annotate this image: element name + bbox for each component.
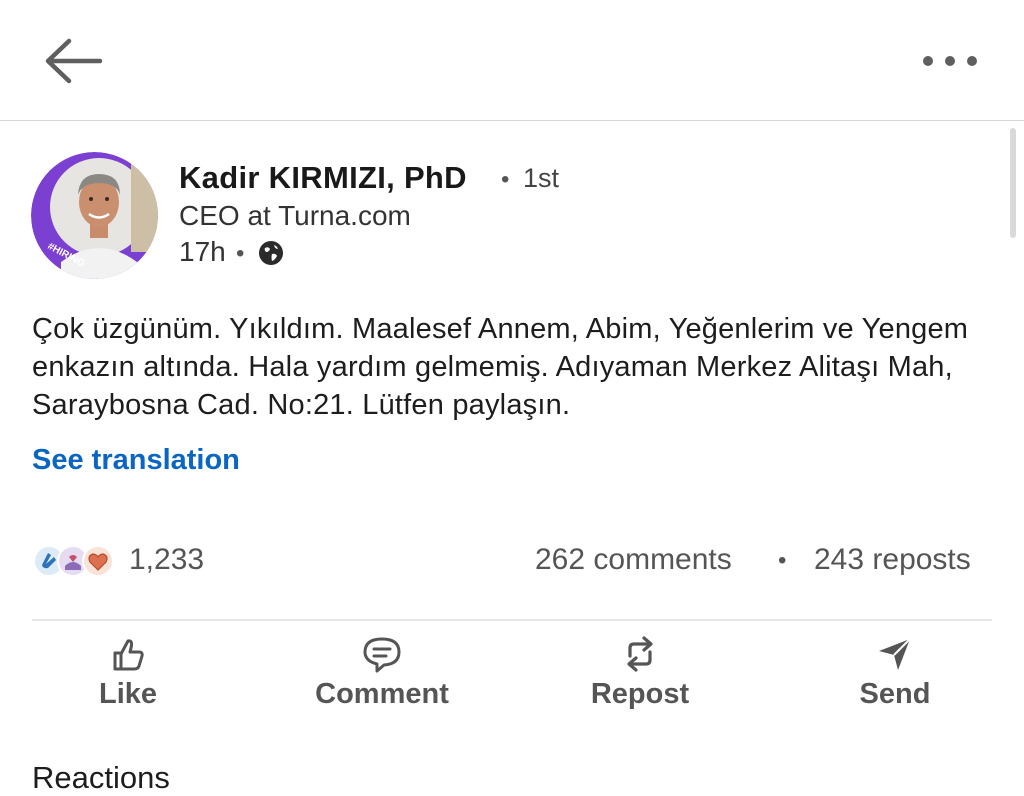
repost-label: Repost bbox=[590, 678, 690, 710]
post-body-text: Çok üzgünüm. Yıkıldım. Maalesef Annem, A… bbox=[32, 313, 969, 421]
like-label: Like bbox=[98, 678, 158, 710]
connection-bullet: • bbox=[501, 166, 510, 193]
social-separator: • bbox=[778, 547, 787, 574]
globe-icon bbox=[259, 241, 283, 265]
send-button[interactable]: Send bbox=[840, 634, 950, 711]
more-horizontal-icon bbox=[923, 56, 977, 66]
comment-label: Comment bbox=[315, 678, 449, 710]
love-icon bbox=[82, 545, 114, 577]
top-navigation-bar bbox=[0, 0, 1024, 121]
connection-degree: 1st bbox=[523, 163, 560, 193]
scrollbar[interactable] bbox=[1010, 128, 1016, 238]
back-button[interactable] bbox=[40, 36, 106, 86]
comment-button[interactable]: Comment bbox=[302, 634, 462, 711]
post-time: 17h bbox=[179, 236, 226, 267]
reposts-count[interactable]: 243 reposts bbox=[814, 543, 971, 577]
repost-button[interactable]: Repost bbox=[570, 634, 710, 711]
reaction-count[interactable]: 1,233 bbox=[129, 543, 204, 577]
meta-bullet: • bbox=[236, 240, 245, 267]
comments-count[interactable]: 262 comments bbox=[535, 543, 732, 577]
reactions-heading: Reactions bbox=[32, 760, 170, 795]
comment-icon bbox=[363, 637, 401, 673]
send-icon bbox=[879, 638, 911, 670]
repost-icon bbox=[627, 636, 653, 672]
like-button[interactable]: Like bbox=[78, 634, 178, 711]
reaction-icons[interactable] bbox=[32, 544, 118, 578]
author-name[interactable]: Kadir KIRMIZI, PhD bbox=[179, 160, 467, 196]
send-label: Send bbox=[859, 678, 931, 710]
avatar-image: #HIRING bbox=[31, 152, 158, 279]
more-options-button[interactable] bbox=[915, 46, 985, 76]
see-translation-link[interactable]: See translation bbox=[32, 444, 240, 477]
author-headline: CEO at Turna.com bbox=[179, 200, 411, 231]
divider bbox=[32, 619, 992, 621]
author-avatar[interactable]: #HIRING bbox=[31, 152, 158, 279]
thumbs-up-icon bbox=[113, 639, 144, 671]
arrow-left-icon bbox=[45, 38, 103, 84]
